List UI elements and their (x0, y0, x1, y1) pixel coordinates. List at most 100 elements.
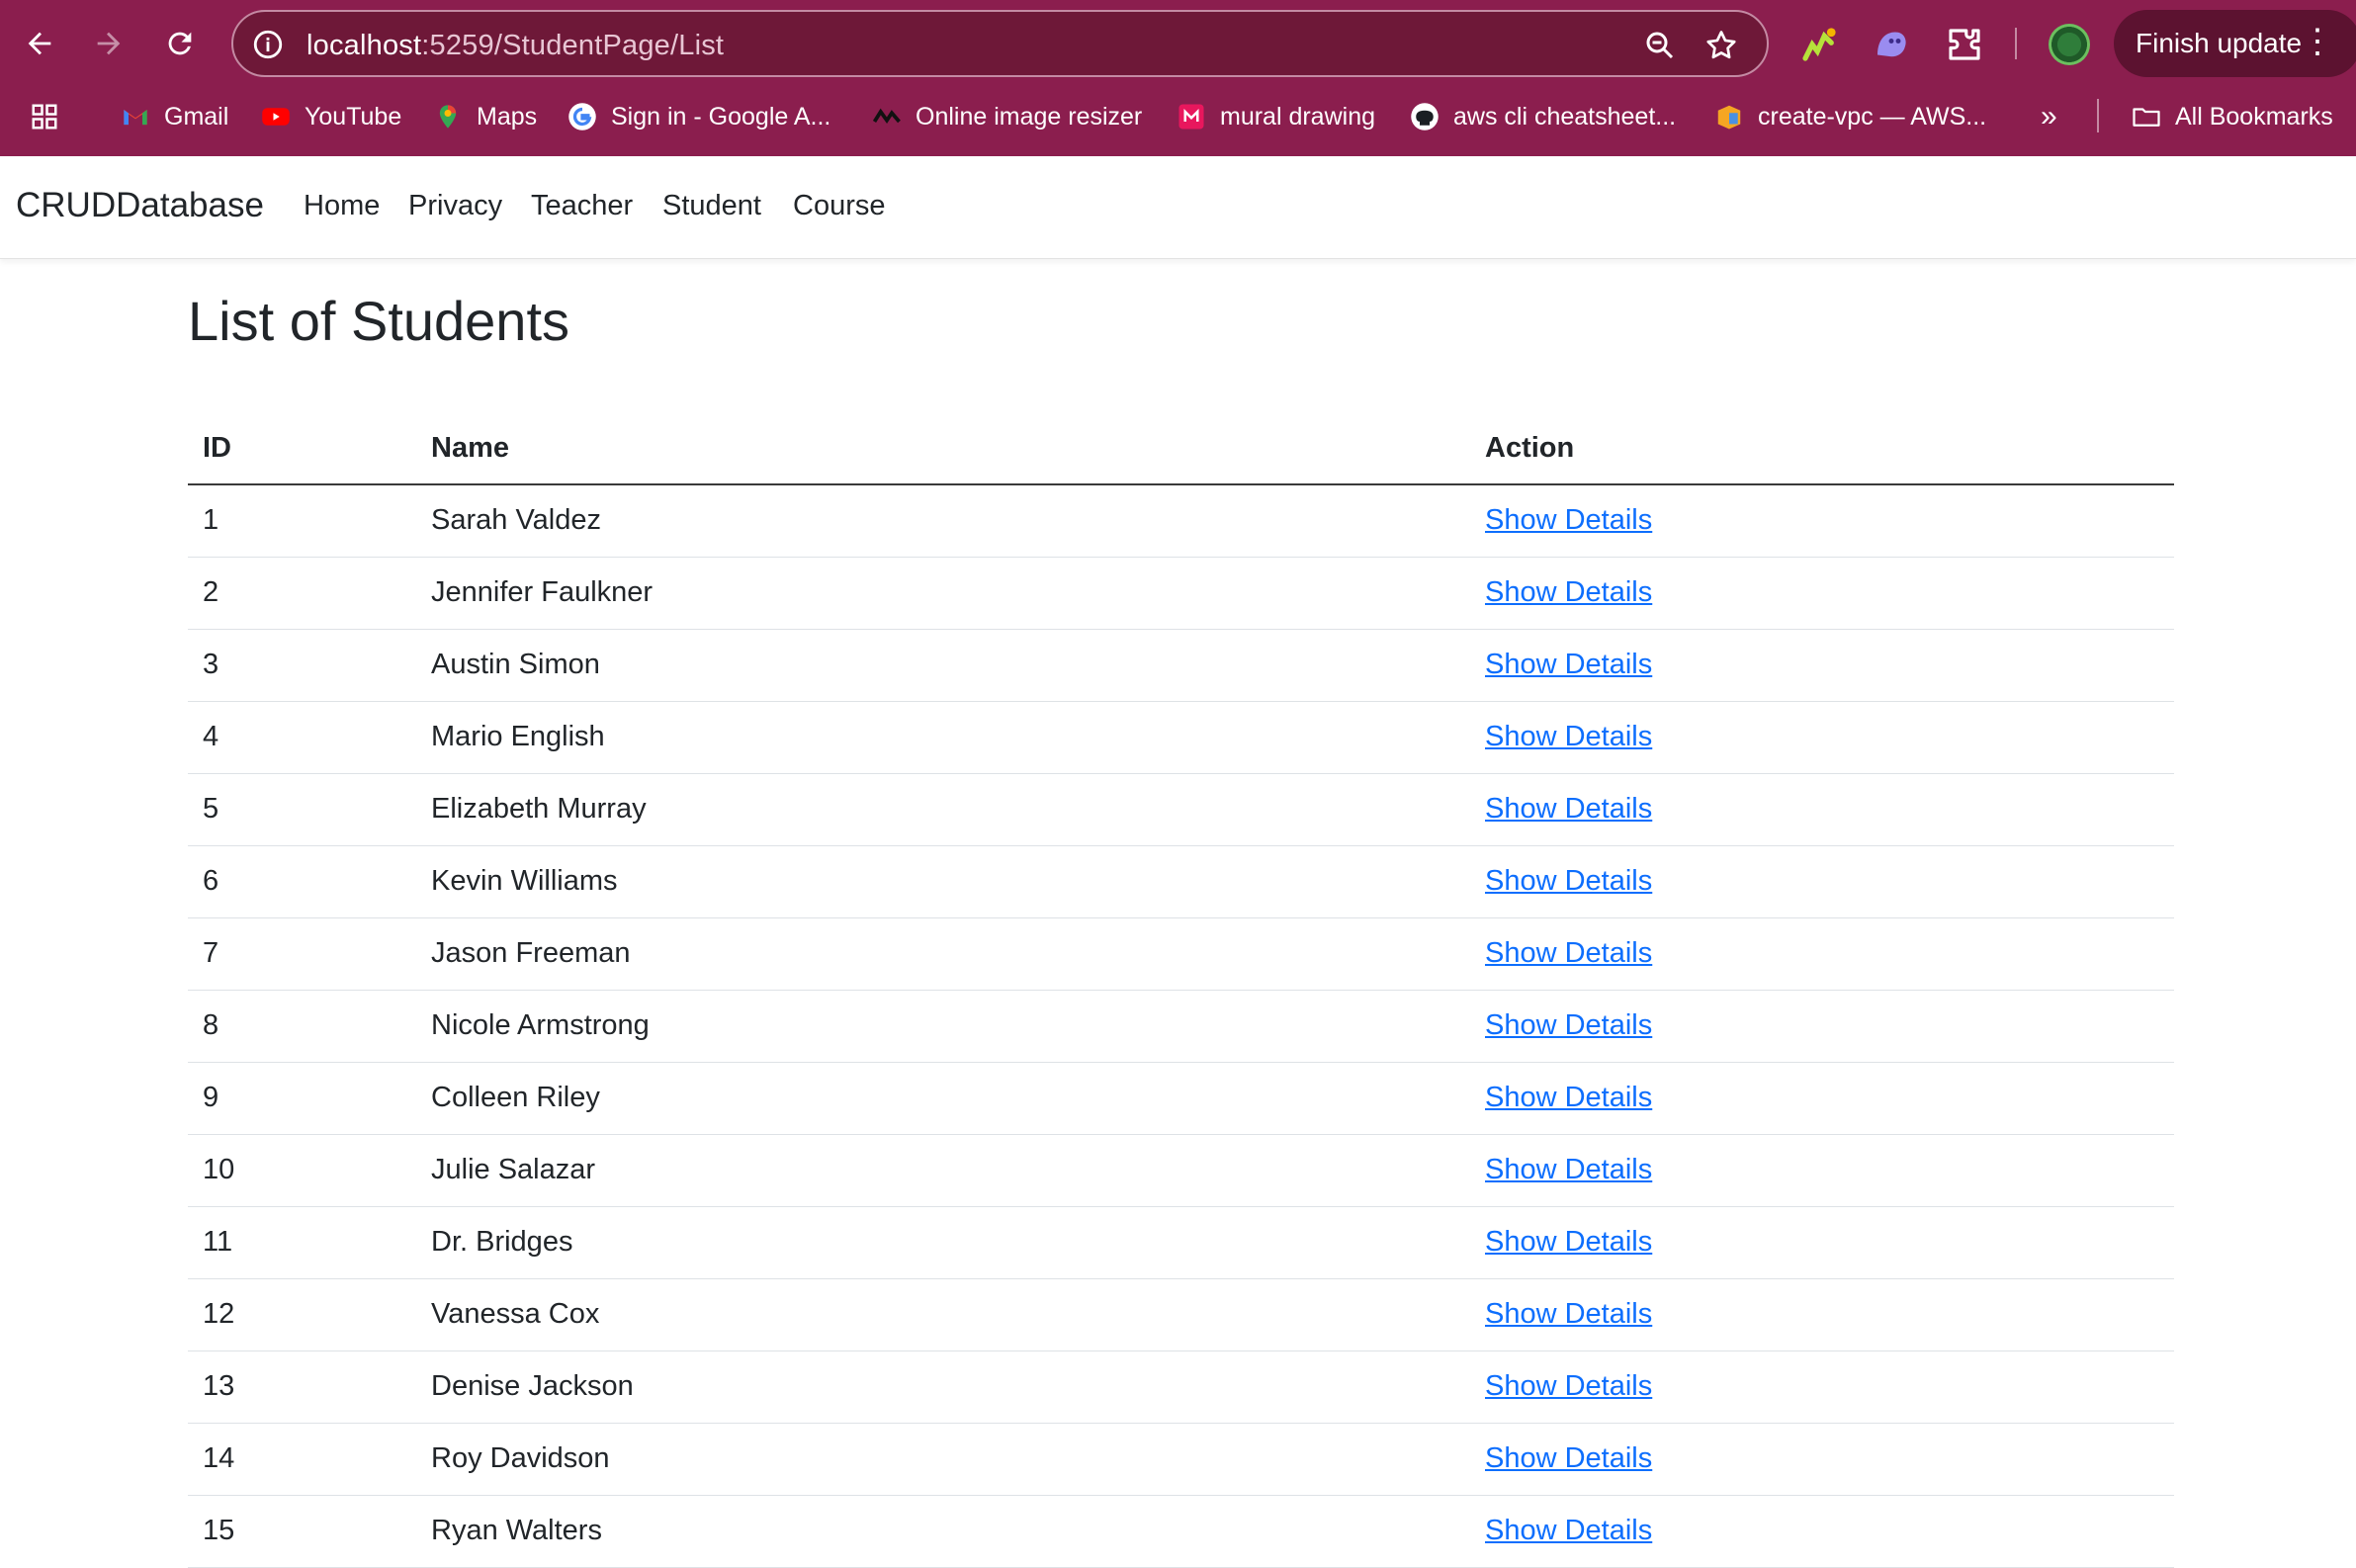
student-id: 11 (188, 1206, 416, 1279)
address-bar[interactable]: localhost:5259/StudentPage/List (231, 10, 1769, 77)
action-cell: Show Details (1470, 557, 2174, 630)
table-row: 4 Mario English Show Details (188, 701, 2174, 774)
table-row: 7 Jason Freeman Show Details (188, 917, 2174, 991)
show-details-link[interactable]: Show Details (1485, 1298, 1652, 1330)
ghost-extension-icon[interactable] (1871, 24, 1912, 65)
bookmark-create-vpc[interactable]: create-vpc — AWS... (1714, 93, 1986, 140)
action-cell: Show Details (1470, 990, 2174, 1063)
show-details-link[interactable]: Show Details (1485, 504, 1652, 536)
student-name: Kevin Williams (416, 845, 1470, 918)
action-cell: Show Details (1470, 1062, 2174, 1135)
show-details-link[interactable]: Show Details (1485, 1009, 1652, 1041)
bookmark-google-sign-in[interactable]: Sign in - Google A... (567, 93, 830, 140)
student-id: 4 (188, 701, 416, 774)
reload-button[interactable] (158, 22, 202, 65)
apps-grid-icon (32, 104, 57, 130)
browser-chrome: localhost:5259/StudentPage/List Finish u… (0, 0, 2356, 156)
action-cell: Show Details (1470, 629, 2174, 702)
show-details-link[interactable]: Show Details (1485, 937, 1652, 969)
action-cell: Show Details (1470, 845, 2174, 918)
bookmark-image-resizer[interactable]: Online image resizer (872, 93, 1142, 140)
show-details-link[interactable]: Show Details (1485, 1226, 1652, 1258)
student-id: 6 (188, 845, 416, 918)
show-details-link[interactable]: Show Details (1485, 1082, 1652, 1113)
show-details-link[interactable]: Show Details (1485, 1154, 1652, 1185)
bookmark-label: Gmail (164, 102, 229, 131)
youtube-icon (262, 108, 290, 126)
table-header-row: ID Name Action (188, 413, 2174, 485)
bookmark-gmail[interactable]: Gmail (121, 93, 228, 140)
show-details-link[interactable]: Show Details (1485, 793, 1652, 825)
folder-icon (2133, 108, 2160, 127)
all-bookmarks-button[interactable]: All Bookmarks (2132, 93, 2333, 140)
show-details-link[interactable]: Show Details (1485, 1515, 1652, 1546)
table-row: 8 Nicole Armstrong Show Details (188, 990, 2174, 1063)
student-name: Jason Freeman (416, 917, 1470, 991)
student-id: 1 (188, 484, 416, 558)
page-title: List of Students (188, 290, 570, 352)
student-id: 14 (188, 1423, 416, 1496)
all-bookmarks-label: All Bookmarks (2175, 102, 2333, 131)
student-name: Denise Jackson (416, 1350, 1470, 1424)
extensions-puzzle-icon[interactable] (1944, 24, 1985, 65)
aws-icon (1717, 105, 1741, 130)
kebab-menu-icon[interactable]: ⋮ (2301, 24, 2334, 59)
student-name: Austin Simon (416, 629, 1470, 702)
bookmark-label: mural drawing (1220, 102, 1376, 131)
zoom-icon[interactable] (1642, 28, 1678, 63)
column-header-name: Name (416, 413, 1470, 485)
action-cell: Show Details (1470, 917, 2174, 991)
nav-privacy[interactable]: Privacy (408, 190, 502, 222)
more-bookmarks-button[interactable]: » (2041, 93, 2057, 140)
show-details-link[interactable]: Show Details (1485, 865, 1652, 897)
profile-avatar[interactable] (2049, 24, 2090, 65)
url-host: localhost (306, 30, 422, 61)
table-row: 3 Austin Simon Show Details (188, 629, 2174, 702)
resizer-icon (872, 108, 901, 125)
table-row: 1 Sarah Valdez Show Details (188, 484, 2174, 558)
nav-home[interactable]: Home (304, 190, 380, 222)
bookmarks-divider (2097, 99, 2099, 132)
student-id: 8 (188, 990, 416, 1063)
bookmark-maps[interactable]: Maps (433, 93, 537, 140)
bookmark-mural[interactable]: mural drawing (1177, 93, 1375, 140)
brand-link[interactable]: CRUDDatabase (16, 186, 264, 225)
student-id: 15 (188, 1495, 416, 1568)
student-name: Nicole Armstrong (416, 990, 1470, 1063)
toolbar-divider (2015, 28, 2017, 59)
url-path: :5259/StudentPage/List (421, 30, 725, 61)
student-name: Ryan Walters (416, 1495, 1470, 1568)
bookmark-aws-cli[interactable]: aws cli cheatsheet... (1410, 93, 1676, 140)
student-name: Mario English (416, 701, 1470, 774)
student-name: Roy Davidson (416, 1423, 1470, 1496)
nav-teacher[interactable]: Teacher (531, 190, 633, 222)
table-row: 10 Julie Salazar Show Details (188, 1134, 2174, 1207)
finish-update-button[interactable]: Finish update ⋮ (2114, 10, 2356, 77)
student-name: Julie Salazar (416, 1134, 1470, 1207)
analytics-extension-icon[interactable] (1798, 24, 1840, 65)
action-cell: Show Details (1470, 1423, 2174, 1496)
action-cell: Show Details (1470, 1350, 2174, 1424)
gmail-icon (124, 110, 147, 126)
action-cell: Show Details (1470, 484, 2174, 558)
bookmark-label: Maps (477, 102, 538, 131)
show-details-link[interactable]: Show Details (1485, 576, 1652, 608)
column-header-id: ID (188, 413, 416, 485)
back-button[interactable] (18, 22, 61, 65)
student-id: 13 (188, 1350, 416, 1424)
show-details-link[interactable]: Show Details (1485, 721, 1652, 752)
nav-course[interactable]: Course (793, 190, 886, 222)
arrow-left-icon (28, 32, 51, 55)
show-details-link[interactable]: Show Details (1485, 1442, 1652, 1474)
apps-button[interactable] (30, 93, 59, 140)
show-details-link[interactable]: Show Details (1485, 1370, 1652, 1402)
forward-button[interactable] (87, 22, 131, 65)
bookmark-star-icon[interactable] (1703, 28, 1739, 63)
table-row: 11 Dr. Bridges Show Details (188, 1206, 2174, 1279)
table-row: 13 Denise Jackson Show Details (188, 1350, 2174, 1424)
site-info-icon[interactable] (251, 28, 285, 61)
bookmark-youtube[interactable]: YouTube (261, 93, 401, 140)
student-name: Vanessa Cox (416, 1278, 1470, 1351)
show-details-link[interactable]: Show Details (1485, 649, 1652, 680)
nav-student[interactable]: Student (662, 190, 761, 222)
